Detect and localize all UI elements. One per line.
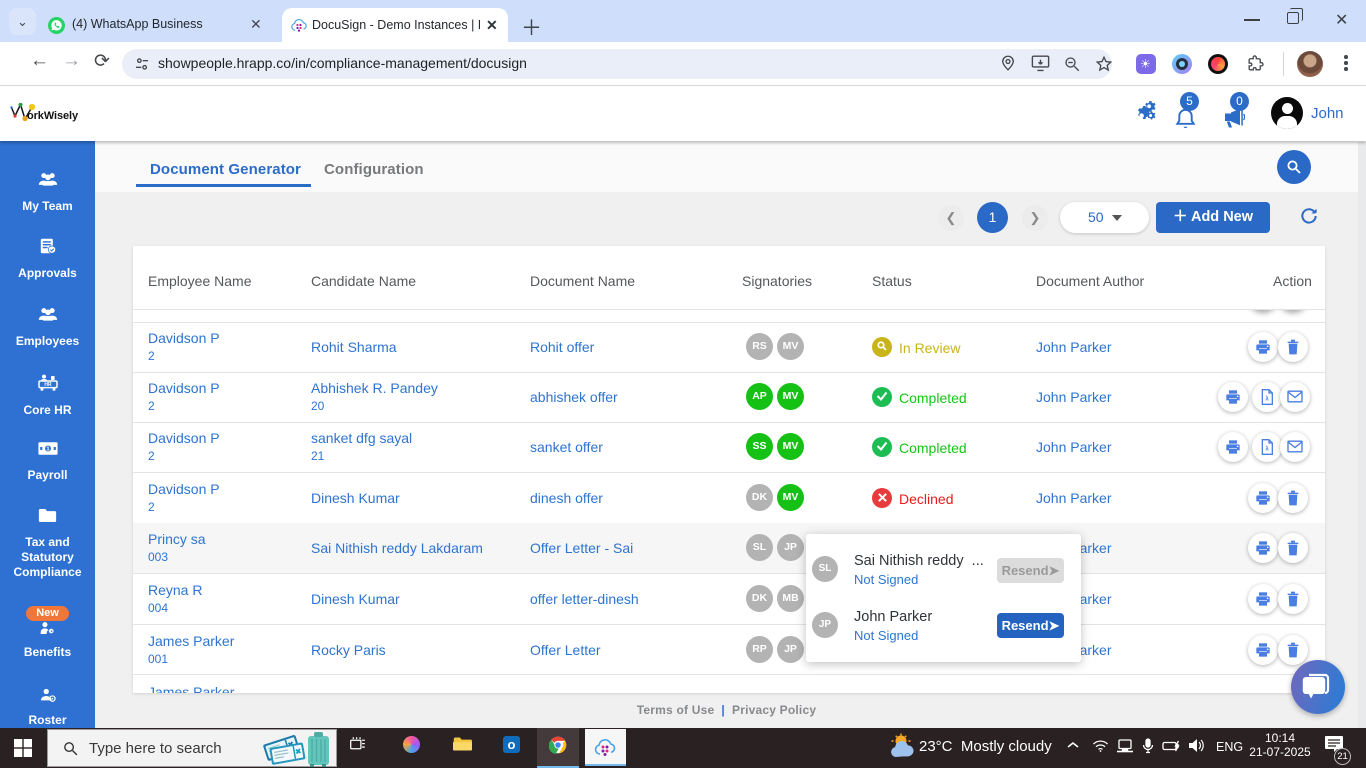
svg-text:λ: λ [1265,396,1269,402]
svg-text:HR: HR [44,382,52,388]
svg-text:λ: λ [1265,446,1269,452]
